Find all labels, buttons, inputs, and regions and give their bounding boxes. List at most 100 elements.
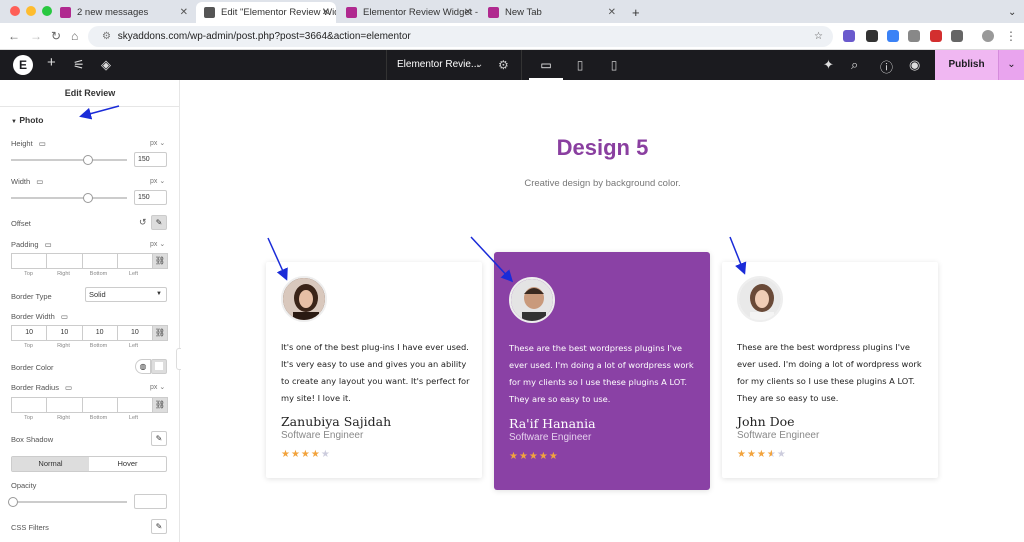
home-icon[interactable]: ⌂ <box>71 29 78 43</box>
browser-tab-new-tab[interactable]: New Tab ✕ <box>480 2 622 23</box>
preview-eye-icon[interactable]: ◉ <box>909 57 920 73</box>
reload-icon[interactable]: ↻ <box>51 29 61 43</box>
puzzle-extensions-icon[interactable] <box>951 30 963 42</box>
review-card[interactable]: These are the best wordpress plugins I'v… <box>722 262 938 478</box>
tab-title: Elementor Review Widget - S <box>363 7 478 18</box>
opacity-slider[interactable] <box>8 497 127 507</box>
photo-section-toggle[interactable]: ▼ Photo <box>11 115 43 125</box>
help-icon[interactable]: ⓘ <box>880 57 893 76</box>
link-values-icon[interactable]: ⛓ <box>152 325 168 341</box>
close-window-button[interactable] <box>10 6 20 16</box>
edit-pencil-icon[interactable]: ✎ <box>151 215 167 230</box>
edit-pencil-icon[interactable]: ✎ <box>151 431 167 446</box>
height-slider-handle[interactable] <box>82 155 93 165</box>
browser-menu-icon[interactable]: ⋮ <box>1005 29 1017 43</box>
close-tab-icon[interactable]: ✕ <box>322 7 330 18</box>
extension-icon[interactable] <box>887 30 899 42</box>
padding-unit-select[interactable]: px ⌄ <box>150 240 165 248</box>
browser-tab-editor[interactable]: Edit "Elementor Review Widg ✕ <box>196 2 336 23</box>
profile-avatar[interactable] <box>982 30 994 42</box>
add-element-icon[interactable]: + <box>47 54 56 71</box>
desktop-responsive-icon[interactable]: ▭ <box>65 383 72 392</box>
review-card-featured[interactable]: These are the best wordpress plugins I'v… <box>494 252 710 490</box>
caret-down-icon: ▼ <box>11 119 17 125</box>
desktop-responsive-icon[interactable]: ▭ <box>45 240 52 249</box>
tab-normal[interactable]: Normal <box>12 457 89 471</box>
width-slider-handle[interactable] <box>82 193 93 203</box>
border-width-top-input[interactable]: 10 <box>11 325 48 341</box>
tab-hover[interactable]: Hover <box>89 457 166 471</box>
maximize-window-button[interactable] <box>42 6 52 16</box>
publish-options-chevron-icon[interactable]: ⌄ <box>998 50 1024 80</box>
back-arrow-icon[interactable]: ← <box>8 29 20 43</box>
border-width-left-input[interactable]: 10 <box>116 325 153 341</box>
extension-icon[interactable] <box>866 30 878 42</box>
global-colors-icon[interactable]: ◍ <box>135 359 151 374</box>
desktop-view-icon[interactable]: ▭ <box>529 50 563 80</box>
forward-arrow-icon[interactable]: → <box>30 29 42 43</box>
minimize-window-button[interactable] <box>26 6 36 16</box>
close-tab-icon[interactable]: ✕ <box>464 7 472 18</box>
border-width-label-text: Border Width <box>11 312 55 321</box>
publish-button[interactable]: Publish <box>935 50 998 80</box>
border-width-dimension-labels: Top Right Bottom Left <box>11 343 151 349</box>
elementor-logo-icon[interactable]: E <box>13 55 33 75</box>
page-settings-gear-icon[interactable]: ⚙ <box>498 50 509 80</box>
border-radius-dimension-labels: Top Right Bottom Left <box>11 415 151 421</box>
padding-top-input[interactable] <box>11 253 48 269</box>
document-title-dropdown[interactable]: Elementor Revie... ⌄ ⚙ <box>386 50 522 80</box>
radius-top-input[interactable] <box>11 397 48 413</box>
browser-tab-review-widget[interactable]: Elementor Review Widget - S ✕ <box>338 2 478 23</box>
border-radius-unit-select[interactable]: px ⌄ <box>150 383 165 391</box>
css-filters-label: CSS Filters <box>11 523 49 532</box>
opacity-input[interactable] <box>134 494 167 509</box>
site-settings-icon[interactable]: ⚙ <box>102 31 111 42</box>
extension-icon[interactable] <box>930 30 942 42</box>
extension-icon[interactable] <box>843 30 855 42</box>
height-input[interactable]: 150 <box>134 152 167 167</box>
radius-left-input[interactable] <box>116 397 153 413</box>
opacity-slider-handle[interactable] <box>8 497 18 507</box>
search-icon[interactable]: ⌕ <box>851 57 858 73</box>
bookmark-star-icon[interactable]: ☆ <box>814 26 823 47</box>
mobile-view-icon[interactable]: ▯ <box>597 50 631 80</box>
notifications-icon[interactable]: ✦ <box>823 57 834 73</box>
border-color-label: Border Color <box>11 363 54 372</box>
height-slider[interactable] <box>11 155 127 165</box>
close-tab-icon[interactable]: ✕ <box>608 7 616 18</box>
review-card[interactable]: It's one of the best plug-ins I have eve… <box>266 262 482 478</box>
border-width-bottom-input[interactable]: 10 <box>81 325 118 341</box>
padding-left-input[interactable] <box>116 253 153 269</box>
tablet-view-icon[interactable]: ▯ <box>563 50 597 80</box>
close-tab-icon[interactable]: ✕ <box>180 7 188 18</box>
new-tab-button[interactable]: + <box>624 2 644 23</box>
border-width-right-input[interactable]: 10 <box>46 325 83 341</box>
padding-right-input[interactable] <box>46 253 83 269</box>
width-slider[interactable] <box>11 193 127 203</box>
tab-list-chevron-icon[interactable]: ⌄ <box>1000 2 1020 23</box>
radius-right-input[interactable] <box>46 397 83 413</box>
width-label-text: Width <box>11 177 31 186</box>
link-values-icon[interactable]: ⛓ <box>152 253 168 269</box>
height-unit-select[interactable]: px ⌄ <box>150 139 165 147</box>
padding-bottom-input[interactable] <box>81 253 118 269</box>
desktop-responsive-icon[interactable]: ▭ <box>36 177 43 186</box>
url-input[interactable]: ⚙ skyaddons.com/wp-admin/post.php?post=3… <box>88 26 833 47</box>
desktop-responsive-icon[interactable]: ▭ <box>39 139 46 148</box>
width-unit-select[interactable]: px ⌄ <box>150 177 165 185</box>
link-values-icon[interactable]: ⛓ <box>152 397 168 413</box>
browser-tab-messages[interactable]: 2 new messages ✕ <box>52 2 194 23</box>
radius-bottom-input[interactable] <box>81 397 118 413</box>
rating-stars: ★★★★★ <box>737 449 787 460</box>
reset-icon[interactable]: ↺ <box>139 217 147 228</box>
edit-pencil-icon[interactable]: ✎ <box>151 519 167 534</box>
border-type-select[interactable]: Solid ▼ <box>85 287 167 302</box>
site-settings-icon[interactable]: ⚟ <box>73 57 85 73</box>
color-picker-swatch[interactable] <box>151 359 167 374</box>
extension-icon[interactable] <box>908 30 920 42</box>
tab-favicon-icon <box>488 7 499 18</box>
width-input[interactable]: 150 <box>134 190 167 205</box>
structure-layers-icon[interactable]: ◈ <box>101 57 111 73</box>
desktop-responsive-icon[interactable]: ▭ <box>61 312 68 321</box>
padding-label-text: Padding <box>11 240 39 249</box>
